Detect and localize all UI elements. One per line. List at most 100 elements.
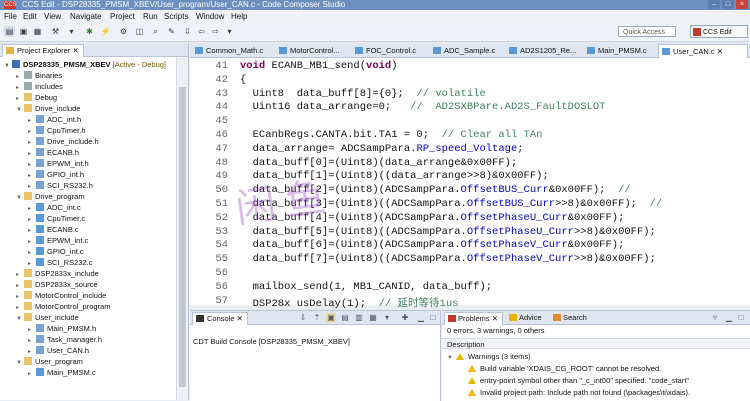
tree-item[interactable]: ▸ Main_PMSM.h — [28, 323, 96, 334]
menu-window[interactable]: Window — [196, 11, 224, 22]
tree-item[interactable]: ▸ SCI_RS232.c — [28, 257, 92, 268]
tree-item[interactable]: ▸ Includes — [16, 81, 63, 92]
save-all-icon[interactable]: ▦ — [32, 26, 43, 37]
dropdown-chevron-icon[interactable]: ▾ — [224, 26, 235, 37]
tab-main-pmsm[interactable]: Main_PMSM.c — [584, 44, 647, 57]
tree-item[interactable]: ▸ ADC_int.c — [28, 202, 81, 213]
new-icon[interactable]: ▤ — [4, 26, 15, 37]
tree-item[interactable]: ▸ EPWM_int.h — [28, 158, 89, 169]
minimize-button[interactable]: – — [708, 0, 720, 9]
tree-item[interactable]: ▼ User_program — [16, 356, 83, 367]
menu-scripts[interactable]: Scripts — [164, 11, 188, 22]
warning-row[interactable]: Invalid project path: Include path not f… — [468, 387, 690, 398]
tab-search[interactable]: Search — [550, 312, 591, 324]
flash-icon[interactable]: ⚡ — [100, 26, 111, 37]
tab-advice[interactable]: Advice — [506, 312, 546, 324]
description-column-header[interactable]: Description — [442, 338, 750, 349]
save-icon[interactable]: ▣ — [18, 26, 29, 37]
line-number: 52 — [215, 211, 228, 224]
tree-item[interactable]: ▸ SCI_RS232.h — [28, 180, 93, 191]
tree-item[interactable]: ▸ MotorControl_include — [16, 290, 106, 301]
tab-project-explorer[interactable]: Project Explorer ✕ — [2, 44, 84, 57]
tree-item[interactable]: ▸ ADC_int.h — [28, 114, 81, 125]
c-file-icon — [36, 247, 44, 255]
menu-view[interactable]: View — [44, 11, 61, 22]
clear-console-icon[interactable]: ▦ — [368, 313, 378, 322]
pin-icon[interactable]: ⇡ — [312, 313, 322, 322]
tree-item[interactable]: ▸ User_CAN.h — [28, 345, 89, 356]
next-annotation-icon[interactable]: ⇩ — [182, 26, 193, 37]
minimize-view-icon[interactable]: ▁ — [724, 313, 734, 322]
display-console-icon[interactable]: ▤ — [340, 313, 350, 322]
tab-ad2s1205[interactable]: AD2S1205_Re... — [506, 44, 576, 57]
tab-common-math[interactable]: Common_Math.c — [192, 44, 263, 57]
quick-access-input[interactable]: Quick Access — [618, 26, 676, 37]
menu-edit[interactable]: Edit — [23, 11, 37, 22]
tab-problems[interactable]: Problems ✕ — [444, 312, 504, 325]
tree-scrollbar[interactable] — [176, 57, 188, 400]
tab-motorcontrol[interactable]: MotorControl... — [276, 44, 340, 57]
tree-item[interactable]: ▸ GPIO_int.h — [28, 169, 84, 180]
tree-item[interactable]: ▸ Main_PMSM.c — [28, 367, 96, 378]
copy-icon[interactable]: ▥ — [354, 313, 364, 322]
minimize-view-icon[interactable]: ▁ — [416, 313, 426, 322]
warnings-group[interactable]: ▼ Warnings (3 items) — [447, 351, 531, 362]
tree-item[interactable]: ▸ ECANB.c — [28, 224, 79, 235]
tab-foc-control[interactable]: FOC_Control.c — [352, 44, 416, 57]
scrollbar-thumb[interactable] — [179, 87, 186, 387]
tree-item[interactable]: ▸ ECANB.h — [28, 147, 79, 158]
warning-row[interactable]: Build variable 'XDAIS_CG_ROOT' cannot be… — [468, 363, 661, 374]
tree-item[interactable]: ▸ CpuTimer.c — [28, 213, 85, 224]
open-type-icon[interactable]: ◫ — [134, 26, 145, 37]
build-icon[interactable]: ⚒ — [50, 26, 61, 37]
back-icon[interactable]: ⇦ — [196, 26, 207, 37]
maximize-view-icon[interactable]: □ — [428, 313, 438, 322]
forward-icon[interactable]: ⇨ — [210, 26, 221, 37]
tree-item[interactable]: ▸ DSP2833x_include — [16, 268, 99, 279]
scroll-lock-icon[interactable]: ⇩ — [298, 313, 308, 322]
header-file-icon — [36, 181, 44, 189]
new-console-icon[interactable]: ✚ — [400, 313, 410, 322]
search-icon[interactable]: ⌕ — [150, 26, 161, 37]
tree-item[interactable]: ▸ DSP2833x_source — [16, 279, 98, 290]
debug-icon[interactable]: ✱ — [84, 26, 95, 37]
tree-item[interactable]: ▸ Debug — [16, 92, 57, 103]
tree-label: ECANB.c — [47, 225, 79, 234]
console-panel: Console ✕ ⇩ ⇡ ▣ ▤ ▥ ▦ ▾ ✚ ▁ □ CDT Build … — [190, 310, 441, 401]
view-menu-icon[interactable]: ▿ — [710, 313, 720, 322]
menu-file[interactable]: File — [4, 11, 17, 22]
tree-item[interactable]: ▸ Task_manager.h — [28, 334, 102, 345]
tree-item[interactable]: ▸ Drive_include.h — [28, 136, 99, 147]
includes-icon — [24, 82, 32, 90]
perspective-ccs-edit[interactable]: CCS Edit — [690, 25, 748, 38]
tab-user-can[interactable]: User_CAN.c ✕ — [658, 44, 748, 58]
menu-help[interactable]: Help — [231, 11, 247, 22]
tree-item[interactable]: ▸ CpuTimer.h — [28, 125, 86, 136]
settings-icon[interactable]: ⚙ — [118, 26, 129, 37]
code-token: ECANB_MB1_send( — [271, 60, 367, 72]
header-file-icon — [36, 170, 44, 178]
menu-project[interactable]: Project — [110, 11, 135, 22]
tree-item[interactable]: ▼ User_include — [16, 312, 79, 323]
maximize-view-icon[interactable]: □ — [736, 313, 746, 322]
annotation-icon[interactable]: ✎ — [166, 26, 177, 37]
menu-run[interactable]: Run — [143, 11, 158, 22]
tree-item-project[interactable]: ▼ DSP28335_PMSM_XBEV [Active - Debug] — [4, 59, 166, 70]
code-token: &0x00FF); — [567, 239, 625, 252]
tree-item[interactable]: ▼ Drive_program — [16, 191, 85, 202]
tree-item[interactable]: ▸ EPWM_int.c — [28, 235, 88, 246]
menu-navigate[interactable]: Navigate — [70, 11, 102, 22]
tree-item[interactable]: ▸ Binaries — [16, 70, 62, 81]
tab-console[interactable]: Console ✕ — [192, 312, 248, 325]
tree-item[interactable]: ▸ GPIO_int.c — [28, 246, 84, 257]
tree-label: ADC_int.h — [47, 115, 82, 124]
tree-item[interactable]: ▸ MotorControl_program — [16, 301, 110, 312]
warning-row[interactable]: entry-point symbol other than "_c_int00"… — [468, 375, 689, 386]
tree-item[interactable]: ▼ Drive_include — [16, 103, 80, 114]
open-console-icon[interactable]: ▾ — [382, 313, 392, 322]
tab-adc-sample[interactable]: ADC_Sample.c — [430, 44, 495, 57]
word-wrap-icon[interactable]: ▣ — [326, 313, 336, 322]
hammer-icon[interactable]: ▾ — [66, 26, 77, 37]
maximize-button[interactable]: □ — [722, 0, 734, 9]
close-button[interactable]: × — [736, 0, 748, 9]
